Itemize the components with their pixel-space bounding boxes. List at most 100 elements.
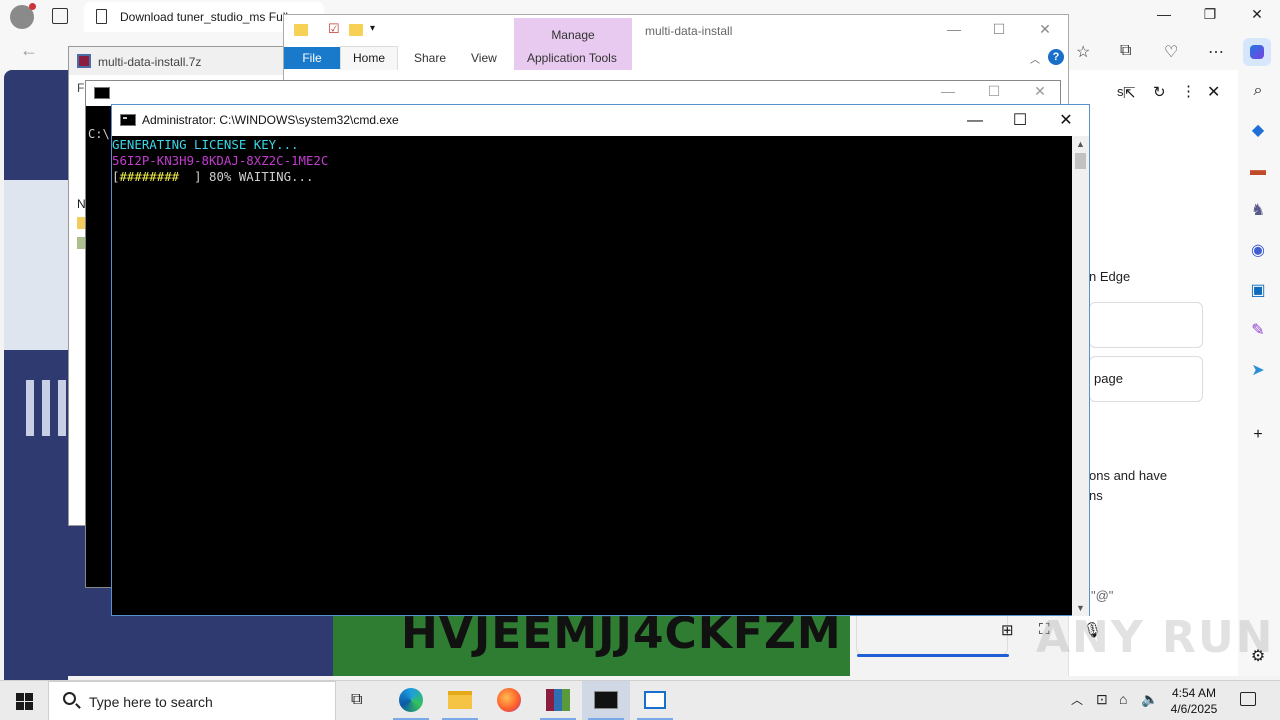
panel-close-icon[interactable]: ✕ [1207, 82, 1220, 102]
side-panel-text-ons: ons and have [1089, 468, 1168, 483]
favorite-star-icon[interactable]: ☆ [1076, 42, 1090, 62]
copilot-icon [1250, 45, 1264, 59]
console-line-progress: [######## ] 80% WAITING... [112, 169, 1072, 185]
edge-sidebar-rail: ⌕ ◆ ▬ ♞ ◉ ▣ ✎ ➤ + ⚙ [1238, 70, 1280, 676]
taskbar-clock[interactable]: 4:54 AM 4/6/2025 [1158, 685, 1230, 717]
shopping-tag-icon[interactable]: ◆ [1249, 122, 1267, 140]
windows-logo-pane [16, 702, 24, 710]
search-icon[interactable]: ⌕ [1249, 82, 1267, 100]
side-panel-option-box[interactable] [1089, 302, 1203, 348]
winrar-titlebar[interactable]: multi-data-install.7z [69, 47, 307, 75]
volume-icon[interactable]: 🔈 [1141, 691, 1158, 708]
taskbar-cmd[interactable] [582, 681, 630, 720]
building-window [26, 380, 34, 436]
folder-icon [294, 24, 308, 36]
progress-bar-fill: ######## [119, 169, 180, 184]
open-external-icon[interactable]: ⇱ [1123, 84, 1136, 102]
cmd-minimize-button[interactable]: — [953, 109, 997, 133]
windows-logo-pane [25, 702, 33, 710]
cmd-icon [594, 691, 618, 709]
panel-more-icon[interactable]: ⋮ [1181, 82, 1196, 100]
microsoft365-icon[interactable]: ◉ [1249, 242, 1267, 260]
taskbar-search-box[interactable]: Type here to search [48, 681, 336, 720]
explorer-maximize-button[interactable]: ☐ [989, 21, 1009, 38]
scroll-thumb[interactable] [1075, 153, 1086, 169]
scroll-up-icon[interactable]: ▲ [1072, 136, 1089, 152]
manage-tab-label: Manage [551, 28, 595, 42]
edge-side-panel: s ⇱ ↻ ⋮ ✕ n Edge page ons and have ns "@… [1068, 70, 1238, 676]
browser-restore-button[interactable]: ❐ [1200, 6, 1220, 23]
tab-application-tools[interactable]: Application Tools [527, 51, 617, 65]
ribbon-collapse-icon[interactable]: ︿ [1030, 51, 1040, 66]
tab-file[interactable]: File [284, 47, 340, 69]
back-icon[interactable]: ← [20, 40, 38, 61]
cmd-back-close-button[interactable]: ✕ [1030, 83, 1050, 100]
firefox-icon [497, 688, 521, 712]
cmd-back-prompt: C:\ [88, 127, 110, 141]
browser-essentials-icon[interactable]: ♡ [1164, 42, 1178, 62]
winrar-icon [546, 689, 570, 711]
taskbar-file-explorer[interactable] [436, 681, 484, 720]
qat-dropdown-icon[interactable]: ▾ [370, 23, 375, 34]
designer-icon[interactable]: ✎ [1249, 322, 1267, 340]
taskbar: Type here to search ⧉ ︿ ⊡ ⌂ 🔈 4:54 AM 4/… [0, 680, 1280, 720]
cmd-icon [120, 114, 136, 126]
task-view-icon: ⧉ [351, 691, 363, 708]
task-view-button[interactable]: ⧉ [336, 681, 384, 720]
cmd-titlebar[interactable]: Administrator: C:\WINDOWS\system32\cmd.e… [112, 105, 1089, 136]
edge-icon [399, 688, 423, 712]
cmd-maximize-button[interactable]: ☐ [998, 109, 1042, 133]
browser-minimize-button[interactable]: — [1154, 6, 1174, 22]
winrar-title: multi-data-install.7z [98, 55, 202, 69]
cmd-title: Administrator: C:\WINDOWS\system32\cmd.e… [142, 113, 399, 127]
explorer-close-button[interactable]: ✕ [1035, 21, 1055, 38]
windows-logo-icon [16, 693, 24, 701]
cmd-close-button[interactable]: ✕ [1044, 109, 1088, 133]
taskbar-edge[interactable] [387, 681, 435, 720]
cmd-window[interactable]: Administrator: C:\WINDOWS\system32\cmd.e… [111, 104, 1090, 616]
collections-icon[interactable]: ⧉ [1120, 42, 1131, 60]
add-sidebar-icon[interactable]: + [1249, 426, 1267, 444]
explorer-minimize-button[interactable]: — [944, 21, 964, 37]
notification-center-icon[interactable] [1240, 692, 1256, 706]
games-chess-icon[interactable]: ♞ [1249, 202, 1267, 220]
tray-chevron-up-icon[interactable]: ︿ [1071, 691, 1083, 708]
tab-share[interactable]: Share [414, 51, 446, 65]
taskbar-firefox[interactable] [485, 681, 533, 720]
copilot-button[interactable] [1243, 38, 1271, 66]
profile-avatar[interactable] [10, 3, 36, 29]
console-output[interactable]: GENERATING LICENSE KEY... 56I2P-KN3H9-8KD… [112, 136, 1072, 616]
cmd-back-minimize-button[interactable]: — [938, 83, 958, 99]
tab-actions-icon[interactable] [52, 8, 68, 24]
browser-close-button[interactable]: ✕ [1247, 6, 1267, 23]
drop-send-icon[interactable]: ➤ [1249, 362, 1267, 380]
cmd-back-maximize-button[interactable]: ☐ [984, 83, 1004, 100]
refresh-icon[interactable]: ↻ [1153, 83, 1166, 101]
search-placeholder: Type here to search [89, 694, 213, 710]
start-button[interactable] [0, 681, 48, 720]
help-icon[interactable]: ? [1048, 49, 1064, 65]
side-panel-text-at: "@" [1091, 588, 1114, 603]
tools-briefcase-icon[interactable]: ▬ [1249, 162, 1267, 180]
taskbar-winrar[interactable] [534, 681, 582, 720]
tab-view[interactable]: View [471, 51, 497, 65]
outlook-icon[interactable]: ▣ [1249, 282, 1267, 300]
watermark-logo: ANY RUN [1036, 612, 1275, 663]
input-focus-underline [857, 654, 1009, 657]
network-icon[interactable]: ⌂ [1119, 691, 1127, 707]
tab-home[interactable]: Home [340, 46, 398, 70]
image-input-icon[interactable]: ⊞ [1001, 621, 1014, 639]
side-panel-option-page[interactable]: page [1089, 356, 1203, 402]
properties-check-icon[interactable]: ☑ [328, 21, 340, 37]
cmd-scrollbar[interactable]: ▲ ▼ [1072, 136, 1089, 616]
cmd-icon [94, 87, 110, 99]
cmd-back-titlebar[interactable]: — ☐ ✕ [86, 81, 1060, 106]
tray-device-icon[interactable]: ⊡ [1096, 691, 1108, 708]
search-icon [63, 692, 76, 705]
building-window [42, 380, 50, 436]
scroll-down-icon[interactable]: ▼ [1072, 600, 1089, 616]
side-panel-text-page: page [1094, 371, 1123, 386]
taskbar-app-window[interactable] [631, 681, 679, 720]
more-menu-icon[interactable]: ⋯ [1208, 42, 1224, 62]
new-folder-icon[interactable] [349, 24, 363, 36]
